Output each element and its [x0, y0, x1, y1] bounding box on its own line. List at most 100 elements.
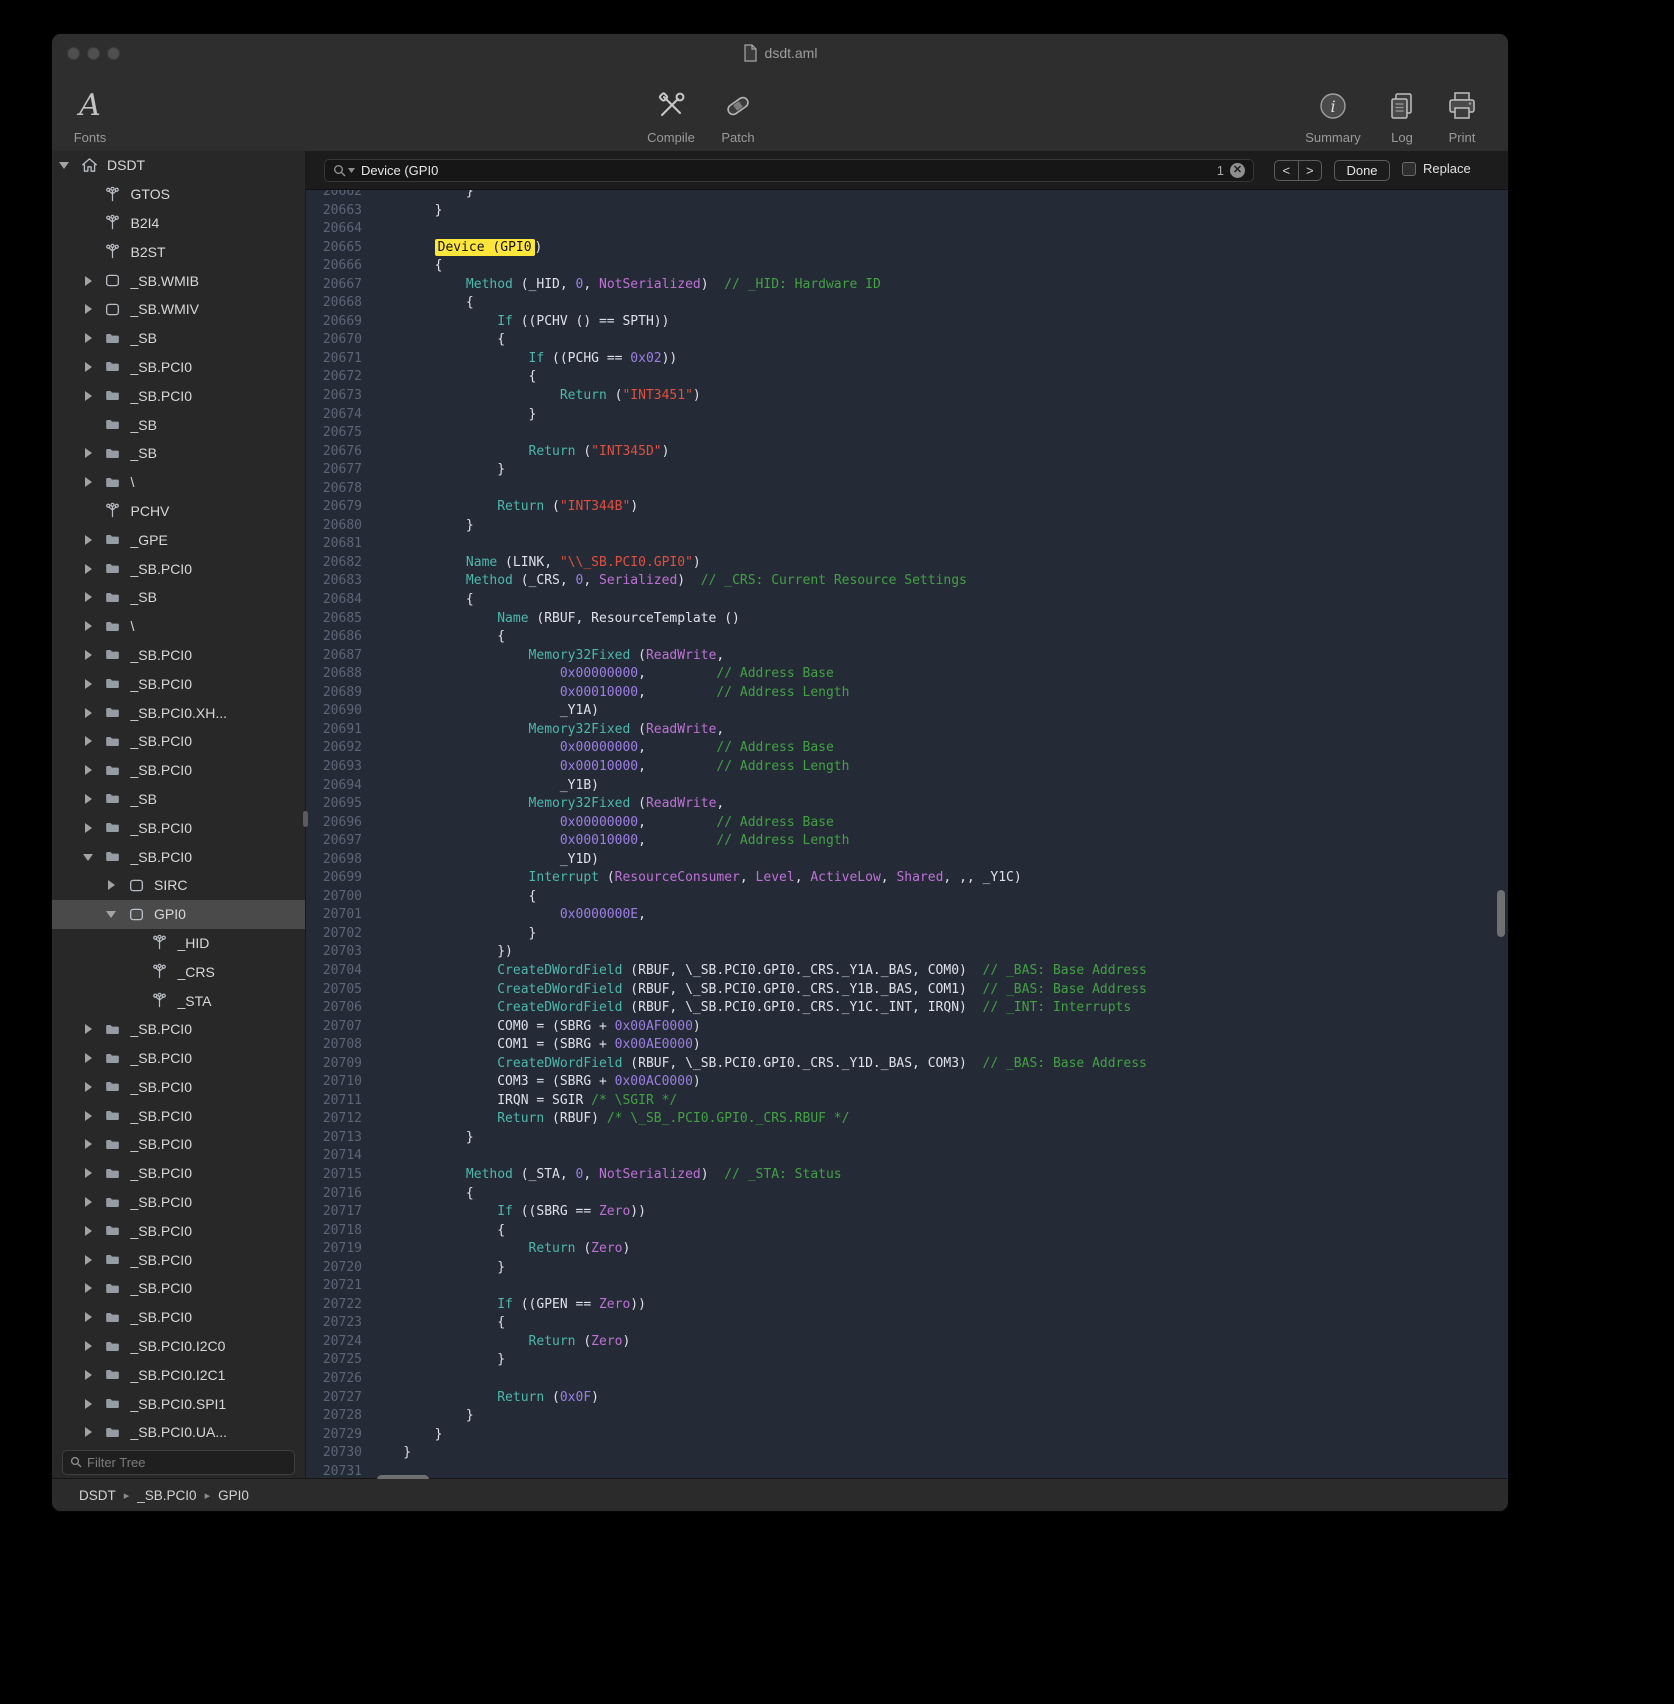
disclosure-triangle-icon[interactable] [83, 707, 95, 719]
tree-item--sb[interactable]: _SB [52, 785, 305, 814]
tree-item--sb-pci0[interactable]: _SB.PCI0 [52, 1216, 305, 1245]
code-editor[interactable]: 20662 }20663 }2066420665 Device (GPI0)20… [306, 190, 1508, 1479]
tree-item--sb-pci0[interactable]: _SB.PCI0 [52, 554, 305, 583]
tree-item-pchv[interactable]: PCHV [52, 497, 305, 526]
disclosure-triangle-icon[interactable] [83, 822, 95, 834]
disclosure-triangle-icon[interactable] [83, 1023, 95, 1035]
tree-item--sb-pci0[interactable]: _SB.PCI0 [52, 1188, 305, 1217]
disclosure-triangle-icon[interactable] [83, 1138, 95, 1150]
tree-item--sb-pci0[interactable]: _SB.PCI0 [52, 1159, 305, 1188]
tree-item--[interactable]: \ [52, 612, 305, 641]
disclosure-triangle-icon[interactable] [83, 1225, 95, 1237]
disclosure-triangle-icon[interactable] [83, 793, 95, 805]
disclosure-triangle-icon[interactable] [106, 908, 118, 920]
tree-item--sb-pci0-i2c1[interactable]: _SB.PCI0.I2C1 [52, 1360, 305, 1389]
tree-item--sb-pci0[interactable]: _SB.PCI0 [52, 1044, 305, 1073]
summary-button[interactable]: i Summary [1297, 78, 1369, 144]
disclosure-triangle-icon[interactable] [106, 879, 118, 891]
vertical-scrollbar-thumb[interactable] [1497, 890, 1505, 937]
tree-item-dsdt[interactable]: DSDT [52, 151, 305, 180]
tree-item--sb-pci0[interactable]: _SB.PCI0 [52, 1015, 305, 1044]
disclosure-triangle-icon[interactable] [83, 275, 95, 287]
disclosure-triangle-icon[interactable] [83, 534, 95, 546]
replace-checkbox[interactable] [1402, 162, 1416, 176]
disclosure-triangle-icon[interactable] [83, 764, 95, 776]
tree-item--sb[interactable]: _SB [52, 583, 305, 612]
disclosure-triangle-icon[interactable] [83, 735, 95, 747]
tree-item--sb-pci0[interactable]: _SB.PCI0 [52, 353, 305, 382]
disclosure-triangle-icon[interactable] [83, 332, 95, 344]
tree-item-sirc[interactable]: SIRC [52, 871, 305, 900]
disclosure-triangle-icon[interactable] [83, 591, 95, 603]
patch-button[interactable]: Patch [702, 78, 774, 144]
disclosure-triangle-icon[interactable] [83, 1196, 95, 1208]
disclosure-triangle-icon[interactable] [83, 390, 95, 402]
tree-item--sb-pci0[interactable]: _SB.PCI0 [52, 1073, 305, 1102]
disclosure-triangle-icon[interactable] [83, 1282, 95, 1294]
find-next-button[interactable]: > [1299, 161, 1322, 180]
tree-item--sb-pci0[interactable]: _SB.PCI0 [52, 669, 305, 698]
disclosure-triangle-icon[interactable] [83, 678, 95, 690]
tree-item--sta[interactable]: _STA [52, 986, 305, 1015]
disclosure-triangle-icon[interactable] [83, 1311, 95, 1323]
tree-item--sb-pci0[interactable]: _SB.PCI0 [52, 842, 305, 871]
tree-item--sb[interactable]: _SB [52, 410, 305, 439]
pane-splitter-handle[interactable] [303, 811, 308, 827]
disclosure-triangle-icon[interactable] [83, 851, 95, 863]
tree-item-b2st[interactable]: B2ST [52, 237, 305, 266]
done-button[interactable]: Done [1334, 160, 1390, 181]
disclosure-triangle-icon[interactable] [83, 620, 95, 632]
tree-item--sb[interactable]: _SB [52, 439, 305, 468]
tree-item--hid[interactable]: _HID [52, 929, 305, 958]
tree-item--sb-pci0-xh-[interactable]: _SB.PCI0.XH... [52, 698, 305, 727]
tree-item--sb-pci0-spi1[interactable]: _SB.PCI0.SPI1 [52, 1389, 305, 1418]
tree-item--sb-pci0-ua-[interactable]: _SB.PCI0.UA... [52, 1418, 305, 1445]
disclosure-triangle-icon[interactable] [83, 1426, 95, 1438]
tree-item--sb-pci0[interactable]: _SB.PCI0 [52, 756, 305, 785]
tree-item--sb-pci0[interactable]: _SB.PCI0 [52, 641, 305, 670]
search-menu-icon[interactable] [333, 164, 355, 177]
tree-item--[interactable]: \ [52, 468, 305, 497]
tree-item-gpi0[interactable]: GPI0 [52, 900, 305, 929]
print-button[interactable]: Print [1426, 78, 1498, 144]
disclosure-triangle-icon[interactable] [83, 361, 95, 373]
disclosure-triangle-icon[interactable] [83, 1081, 95, 1093]
filter-tree-input[interactable]: Filter Tree [62, 1450, 295, 1475]
tree-item--sb-pci0[interactable]: _SB.PCI0 [52, 381, 305, 410]
tree-item--sb-pci0-i2c0[interactable]: _SB.PCI0.I2C0 [52, 1332, 305, 1361]
tree-item--sb-pci0[interactable]: _SB.PCI0 [52, 1274, 305, 1303]
breadcrumb-item--sb-pci0[interactable]: _SB.PCI0 [137, 1488, 196, 1503]
breadcrumb-item-gpi0[interactable]: GPI0 [218, 1488, 249, 1503]
disclosure-triangle-icon[interactable] [83, 447, 95, 459]
tree-item--gpe[interactable]: _GPE [52, 525, 305, 554]
tree-item--sb-pci0[interactable]: _SB.PCI0 [52, 1303, 305, 1332]
disclosure-triangle-icon[interactable] [83, 1340, 95, 1352]
fonts-button[interactable]: A Fonts [54, 78, 126, 144]
horizontal-scrollbar-thumb[interactable] [377, 1475, 429, 1479]
tree-item--sb-pci0[interactable]: _SB.PCI0 [52, 727, 305, 756]
disclosure-triangle-icon[interactable] [83, 1110, 95, 1122]
disclosure-triangle-icon[interactable] [83, 1369, 95, 1381]
tree-item--crs[interactable]: _CRS [52, 957, 305, 986]
tree-item--sb-pci0[interactable]: _SB.PCI0 [52, 1130, 305, 1159]
tree-item--sb[interactable]: _SB [52, 324, 305, 353]
tree-item--sb-pci0[interactable]: _SB.PCI0 [52, 813, 305, 842]
find-input[interactable]: Device (GPI0 1 ✕ [324, 159, 1254, 182]
breadcrumb-item-dsdt[interactable]: DSDT [79, 1488, 116, 1503]
tree-item--sb-wmiv[interactable]: _SB.WMIV [52, 295, 305, 324]
disclosure-triangle-icon[interactable] [83, 1167, 95, 1179]
disclosure-triangle-icon[interactable] [83, 1254, 95, 1266]
tree-item-gtos[interactable]: GTOS [52, 180, 305, 209]
disclosure-triangle-icon[interactable] [83, 303, 95, 315]
disclosure-triangle-icon[interactable] [83, 476, 95, 488]
tree-item-b2i4[interactable]: B2I4 [52, 209, 305, 238]
tree-item--sb-pci0[interactable]: _SB.PCI0 [52, 1101, 305, 1130]
find-previous-button[interactable]: < [1275, 161, 1299, 180]
disclosure-triangle-icon[interactable] [83, 649, 95, 661]
disclosure-triangle-icon[interactable] [83, 563, 95, 575]
tree-item--sb-wmib[interactable]: _SB.WMIB [52, 266, 305, 295]
disclosure-triangle-icon[interactable] [83, 1398, 95, 1410]
tree-item--sb-pci0[interactable]: _SB.PCI0 [52, 1245, 305, 1274]
compile-button[interactable]: Compile [635, 78, 707, 144]
disclosure-triangle-icon[interactable] [83, 1052, 95, 1064]
